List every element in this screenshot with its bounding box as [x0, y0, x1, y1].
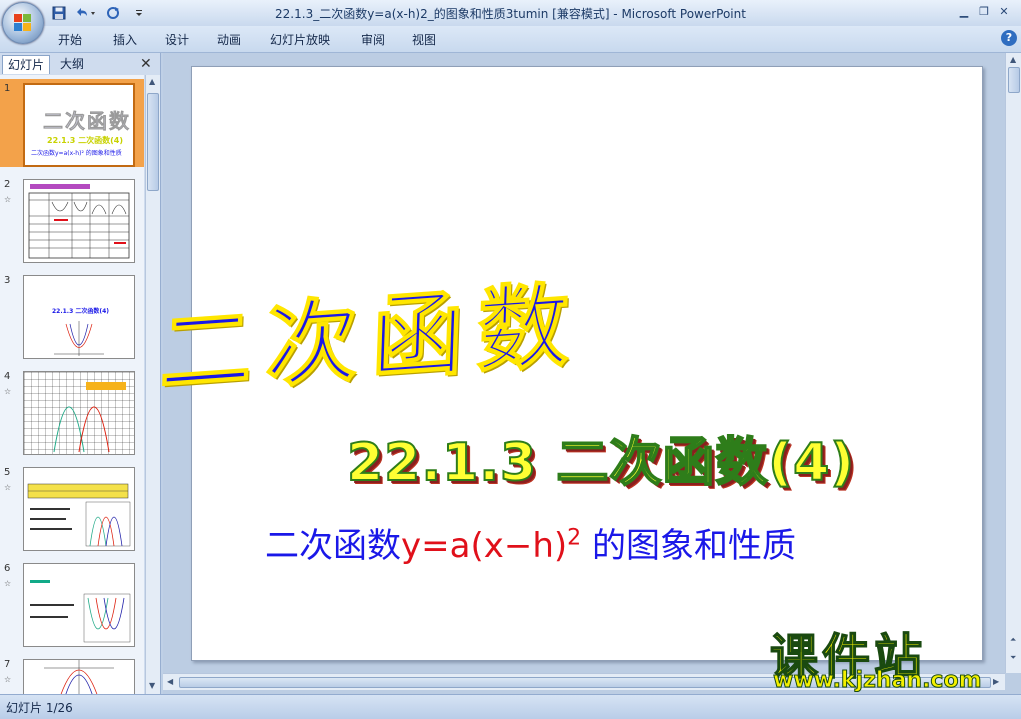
animation-icon: ☆ — [4, 483, 12, 492]
scroll-right-icon[interactable]: ▶ — [993, 677, 999, 686]
tab-review[interactable]: 审阅 — [361, 31, 385, 48]
slide-preview — [23, 563, 135, 647]
desc-formula: y=a(x−h) — [401, 526, 568, 566]
slide-thumbnail[interactable]: 3 22.1.3 二次函数(4) — [0, 271, 144, 359]
next-slide-icon[interactable]: ⏷ — [1010, 653, 1016, 663]
restore-icon: ❐ — [979, 5, 989, 18]
tab-view[interactable]: 视图 — [412, 31, 436, 48]
watermark-url: www.kjzhan.com — [773, 668, 983, 694]
slide-thumbnail[interactable]: 5 ☆ — [0, 463, 144, 551]
minimize-button[interactable]: ▁ — [954, 3, 974, 21]
slide-preview: 22.1.3 二次函数(4) — [23, 275, 135, 359]
tab-slideshow[interactable]: 幻灯片放映 — [270, 31, 330, 48]
slide-number: 3 — [4, 275, 11, 286]
scrollbar-thumb[interactable] — [1008, 67, 1020, 93]
office-logo-icon — [14, 14, 32, 32]
restore-button[interactable]: ❐ — [974, 3, 994, 21]
desc-exponent: 2 — [567, 525, 582, 551]
close-window-button[interactable]: ✕ — [994, 3, 1014, 21]
window-title: 22.1.3_二次函数y=a(x-h)2_的图象和性质3tumin [兼容模式]… — [275, 7, 746, 21]
previous-slide-icon[interactable]: ⏶ — [1010, 635, 1016, 645]
slide-preview — [23, 179, 135, 263]
slide-thumbnail[interactable]: 6 ☆ — [0, 559, 144, 647]
slide-thumbnail[interactable]: 2 ☆ — [0, 175, 144, 263]
minimize-icon: ▁ — [959, 5, 969, 18]
parabola-preview — [44, 660, 114, 694]
thumb-desc: 二次函数y=a(x-h)² 的图象和性质 — [31, 150, 122, 157]
slide-thumbnail[interactable]: 1 二次函数 22.1.3 二次函数(4) 二次函数y=a(x-h)² 的图象和… — [0, 79, 144, 167]
slides-panel: 幻灯片 大纲 ✕ 1 二次函数 22.1.3 二次函数(4) 二次函数y=a(x… — [0, 53, 161, 694]
slide-preview — [23, 659, 135, 694]
parabola-preview — [54, 321, 104, 356]
animation-icon: ☆ — [4, 675, 12, 684]
slide-number: 6 — [4, 563, 11, 574]
table-preview — [28, 184, 130, 259]
tab-insert[interactable]: 插入 — [113, 31, 137, 48]
table-graph-preview — [27, 483, 131, 547]
animation-icon: ☆ — [4, 579, 12, 588]
scroll-up-icon[interactable]: ▲ — [149, 77, 155, 86]
tab-slides[interactable]: 幻灯片 — [2, 55, 50, 74]
slide-preview — [23, 467, 135, 551]
tab-home[interactable]: 开始 — [58, 31, 82, 48]
thumb-title: 二次函数 — [43, 109, 131, 134]
slide-number: 1 — [4, 83, 11, 94]
thumbnail-list: 1 二次函数 22.1.3 二次函数(4) 二次函数y=a(x-h)² 的图象和… — [0, 75, 144, 694]
scroll-left-icon[interactable]: ◀ — [167, 677, 173, 686]
slide-preview — [23, 371, 135, 455]
slide-vertical-scrollbar[interactable]: ▲ ⏶ ⏷ — [1005, 53, 1021, 673]
close-icon: ✕ — [999, 5, 1009, 18]
tab-outline[interactable]: 大纲 — [52, 55, 92, 73]
desc-prefix: 二次函数 — [265, 526, 401, 566]
slide-description[interactable]: 二次函数y=a(x−h)2 的图象和性质 — [265, 518, 796, 567]
slide-number: 2 — [4, 179, 11, 190]
slide-preview: 二次函数 22.1.3 二次函数(4) 二次函数y=a(x-h)² 的图象和性质 — [23, 83, 135, 167]
close-icon: ✕ — [140, 56, 152, 72]
thumb-subtitle: 22.1.3 二次函数(4) — [47, 136, 124, 145]
animation-icon: ☆ — [4, 195, 12, 204]
desc-suffix: 的图象和性质 — [581, 526, 796, 566]
graph-preview — [30, 580, 131, 643]
help-icon[interactable]: ? — [1001, 30, 1017, 46]
tab-design[interactable]: 设计 — [165, 31, 189, 48]
slide-counter: 幻灯片 1/26 — [6, 701, 73, 715]
slide-number: 7 — [4, 659, 11, 670]
title-bar: 22.1.3_二次函数y=a(x-h)2_的图象和性质3tumin [兼容模式]… — [0, 0, 1021, 27]
status-bar: 幻灯片 1/26 — [0, 694, 1021, 719]
scroll-down-icon[interactable]: ▼ — [149, 681, 155, 690]
slide-thumbnail[interactable]: 7 ☆ — [0, 655, 144, 694]
animation-icon: ☆ — [4, 387, 12, 396]
tab-animations[interactable]: 动画 — [217, 31, 241, 48]
slide-number: 5 — [4, 467, 11, 478]
slide-thumbnail[interactable]: 4 ☆ — [0, 367, 144, 455]
grid-preview — [24, 372, 134, 454]
slide-subtitle[interactable]: 22.1.3 二次函数(4) — [346, 420, 855, 495]
scrollbar-thumb[interactable] — [147, 93, 159, 191]
ribbon-tabs: 开始 插入 设计 动画 幻灯片放映 审阅 视图 ? — [0, 26, 1021, 53]
slide-number: 4 — [4, 371, 11, 382]
close-panel-button[interactable]: ✕ — [140, 56, 152, 72]
office-button[interactable] — [2, 2, 44, 44]
scroll-up-icon[interactable]: ▲ — [1010, 55, 1016, 64]
